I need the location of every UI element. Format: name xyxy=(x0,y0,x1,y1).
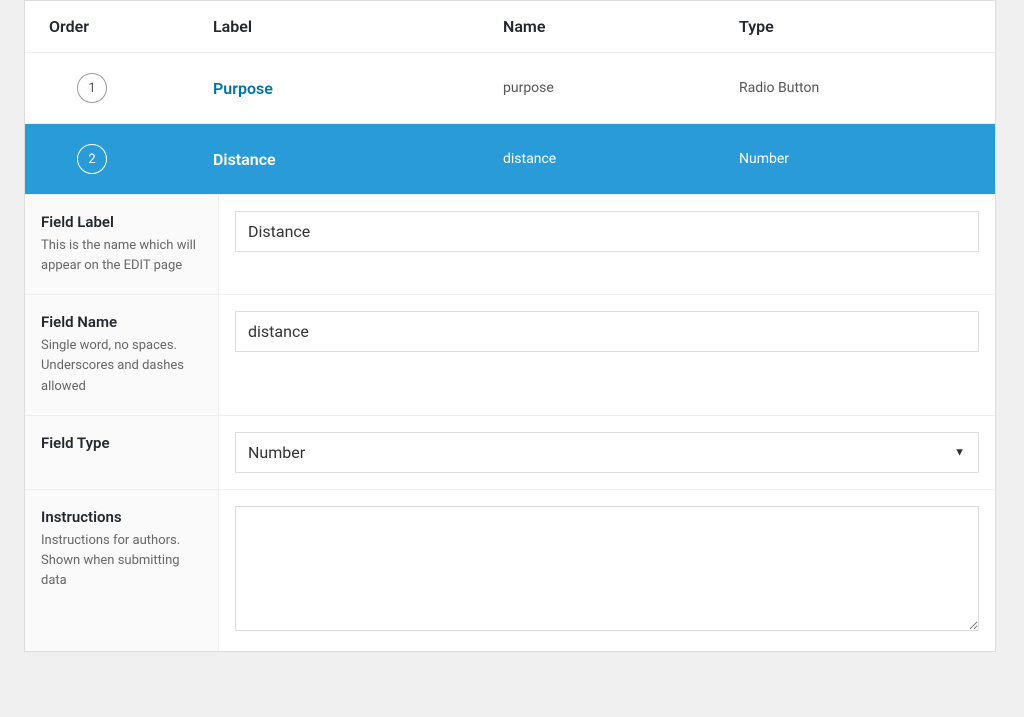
setting-field-type: Field Type Number xyxy=(25,416,995,490)
field-type-select[interactable]: Number xyxy=(235,432,979,473)
setting-input-area: Number xyxy=(219,416,995,489)
setting-title: Field Label xyxy=(41,213,200,231)
setting-label-area: Instructions Instructions for authors. S… xyxy=(25,490,219,651)
table-row[interactable]: 1 Purpose purpose Radio Button xyxy=(25,53,995,124)
table-header: Order Label Name Type xyxy=(25,1,995,53)
field-group-editor: Order Label Name Type 1 Purpose purpose … xyxy=(24,0,996,652)
field-name-input[interactable] xyxy=(235,311,979,352)
setting-input-area xyxy=(219,295,995,414)
field-label-input[interactable] xyxy=(235,211,979,252)
setting-title: Field Type xyxy=(41,434,200,452)
header-label: Label xyxy=(213,17,503,36)
order-cell: 1 xyxy=(25,73,213,103)
field-label-link[interactable]: Purpose xyxy=(213,79,273,98)
setting-label-area: Field Type xyxy=(25,416,219,489)
label-cell: Distance xyxy=(213,150,503,169)
type-cell: Number xyxy=(739,151,995,167)
name-cell: purpose xyxy=(503,80,739,96)
header-type: Type xyxy=(739,17,995,36)
label-cell: Purpose xyxy=(213,79,503,98)
name-cell: distance xyxy=(503,151,739,167)
setting-title: Instructions xyxy=(41,508,200,526)
setting-title: Field Name xyxy=(41,313,200,331)
order-cell: 2 xyxy=(25,144,213,174)
field-editor-panel: Field Label This is the name which will … xyxy=(25,195,995,651)
select-wrapper: Number xyxy=(235,432,979,473)
field-type-text: Number xyxy=(739,151,789,167)
field-name-text: distance xyxy=(503,151,556,167)
field-name-text: purpose xyxy=(503,80,554,96)
setting-field-name: Field Name Single word, no spaces. Under… xyxy=(25,295,995,415)
setting-field-label: Field Label This is the name which will … xyxy=(25,195,995,295)
setting-label-area: Field Label This is the name which will … xyxy=(25,195,219,294)
setting-input-area xyxy=(219,195,995,294)
header-name: Name xyxy=(503,17,739,36)
setting-label-area: Field Name Single word, no spaces. Under… xyxy=(25,295,219,414)
field-label-link[interactable]: Distance xyxy=(213,150,276,169)
table-row[interactable]: 2 Distance distance Number xyxy=(25,124,995,195)
instructions-textarea[interactable] xyxy=(235,506,979,631)
type-cell: Radio Button xyxy=(739,80,995,96)
setting-desc: This is the name which will appear on th… xyxy=(41,236,200,276)
order-badge[interactable]: 1 xyxy=(77,73,107,103)
setting-desc: Instructions for authors. Shown when sub… xyxy=(41,531,200,591)
setting-input-area xyxy=(219,490,995,651)
header-order: Order xyxy=(25,17,213,36)
field-type-text: Radio Button xyxy=(739,80,819,96)
order-badge[interactable]: 2 xyxy=(77,144,107,174)
setting-desc: Single word, no spaces. Underscores and … xyxy=(41,336,200,396)
setting-instructions: Instructions Instructions for authors. S… xyxy=(25,490,995,651)
